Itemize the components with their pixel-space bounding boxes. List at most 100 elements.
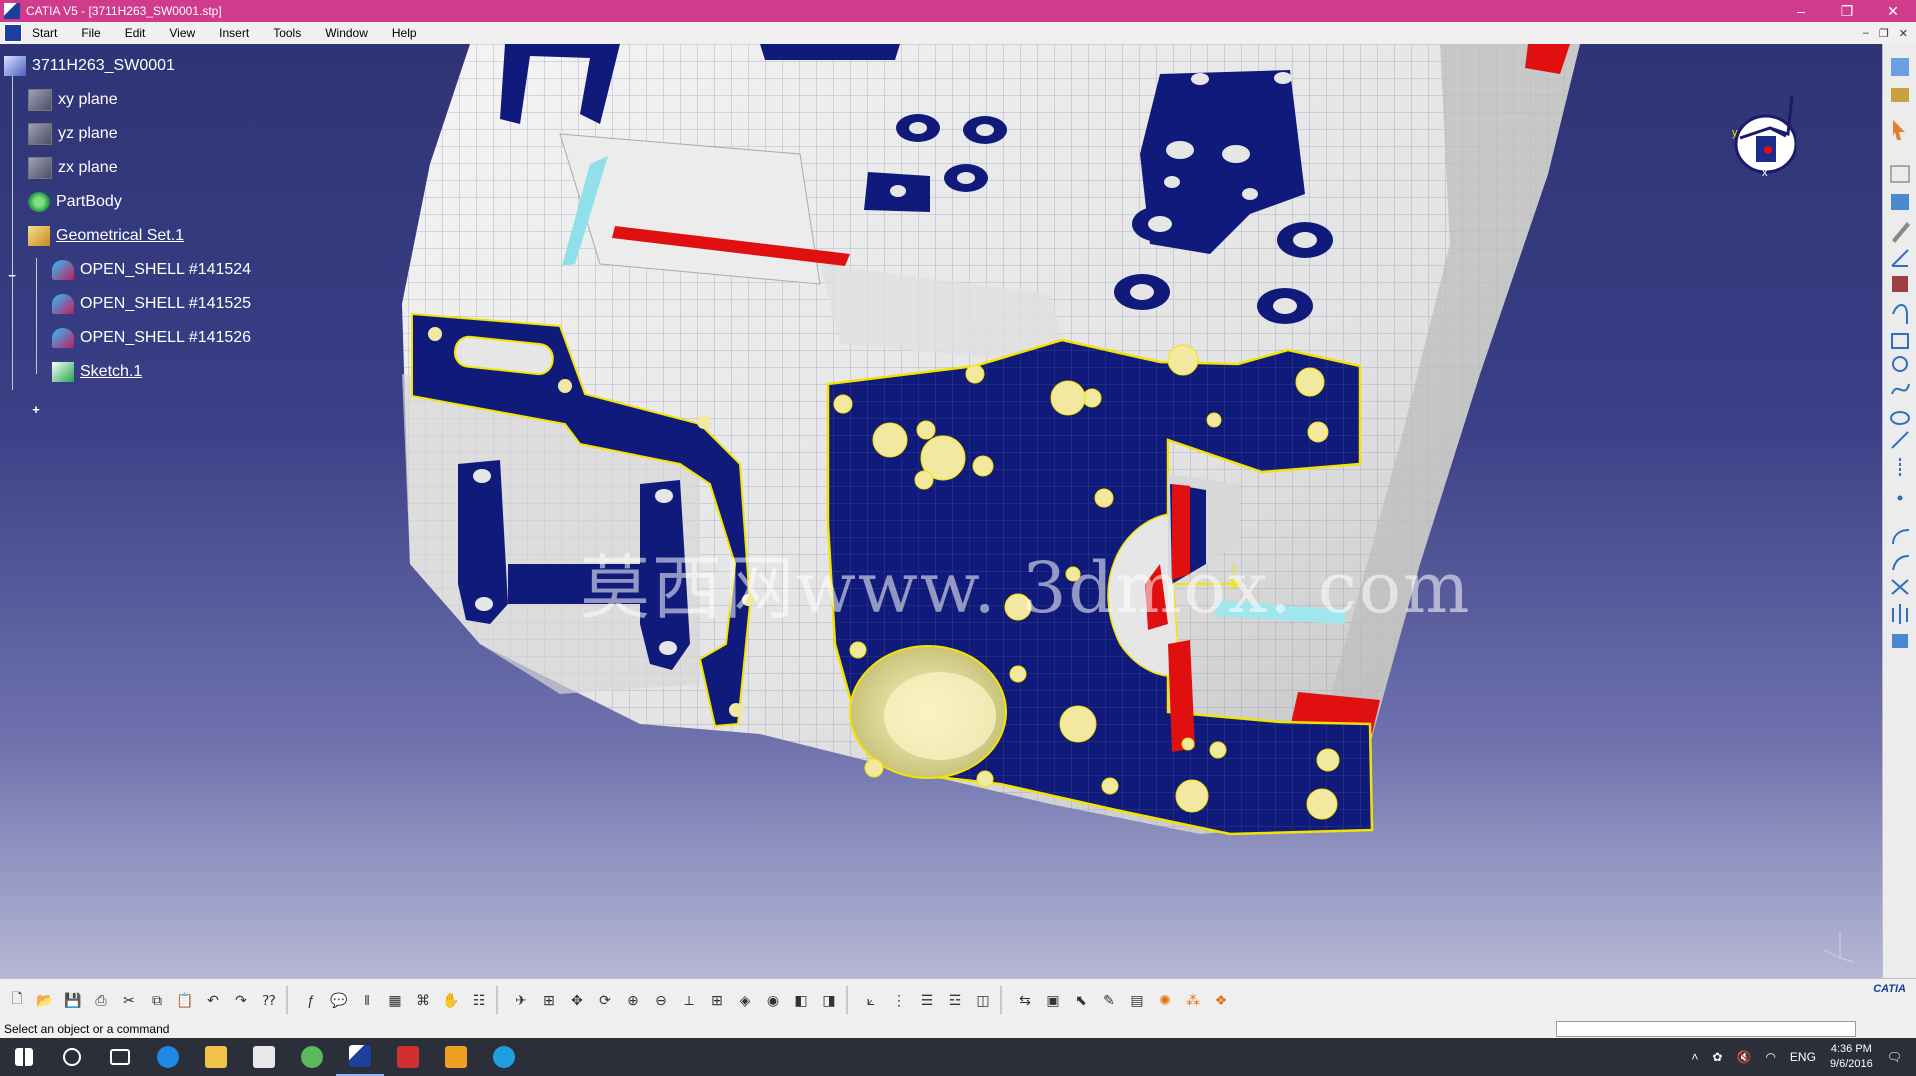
axis-system-icon[interactable]: ⟀ (860, 989, 882, 1011)
catalog-icon[interactable]: ☷ (468, 989, 490, 1011)
taskbar-app-green[interactable] (288, 1038, 336, 1076)
trim-icon[interactable] (1891, 579, 1909, 595)
tree-item-open-shell-141524[interactable]: OPEN_SHELL #141524 (52, 256, 251, 284)
doc-minimize-icon[interactable]: – (1863, 27, 1869, 40)
corner-icon[interactable] (1892, 529, 1910, 545)
notifications-icon[interactable]: 🗨 (1887, 1050, 1902, 1064)
exit-workbench-icon[interactable] (1891, 88, 1909, 102)
render-icon[interactable]: ✺ (1154, 989, 1176, 1011)
pan-icon[interactable]: ✥ (566, 989, 588, 1011)
rotate-icon[interactable]: ⟳ (594, 989, 616, 1011)
taskbar-skype[interactable] (480, 1038, 528, 1076)
rectangle-icon[interactable] (1891, 333, 1909, 349)
iso-view-icon[interactable]: ◈ (734, 989, 756, 1011)
chamfer-icon[interactable] (1892, 555, 1910, 571)
tree-item-zx-plane[interactable]: zx plane (28, 154, 118, 182)
tree-item-geometrical-set[interactable]: Geometrical Set.1 (28, 222, 184, 250)
restore-button[interactable]: ❐ (1824, 0, 1870, 22)
tree-root[interactable]: 3711H263_SW0001 (4, 52, 175, 80)
tray-app-icon[interactable]: ✿ (1712, 1050, 1722, 1064)
taskbar-file-explorer[interactable] (192, 1038, 240, 1076)
spline-icon[interactable] (1891, 383, 1910, 395)
define-in-work-icon[interactable]: ▣ (1042, 989, 1064, 1011)
grid-icon[interactable] (1890, 165, 1910, 183)
start-button[interactable] (0, 1038, 48, 1076)
taskbar-catia[interactable] (336, 1038, 384, 1076)
language-indicator[interactable]: ENG (1790, 1050, 1816, 1064)
print-icon[interactable]: ⎙ (90, 989, 112, 1011)
hand-icon[interactable]: ✋ (440, 989, 462, 1011)
menu-view[interactable]: View (157, 22, 207, 44)
formula-icon[interactable]: ƒ (300, 989, 322, 1011)
command-input[interactable] (1556, 1021, 1856, 1037)
tray-overflow-icon[interactable]: ˄ (1691, 1050, 1698, 1064)
tree-item-xy-plane[interactable]: xy plane (28, 86, 118, 114)
part-model[interactable] (0, 44, 1882, 978)
ellipse-icon[interactable] (1890, 411, 1910, 425)
multi-view-icon[interactable]: ⊞ (706, 989, 728, 1011)
apply-material-icon[interactable]: ❖ (1210, 989, 1232, 1011)
taskbar-app-orange[interactable] (432, 1038, 480, 1076)
search-button[interactable] (48, 1038, 96, 1076)
circle-icon[interactable] (1892, 356, 1908, 372)
select-icon[interactable]: ⬉ (1070, 989, 1092, 1011)
measure-item-icon[interactable]: ☲ (944, 989, 966, 1011)
taskbar-edge[interactable] (144, 1038, 192, 1076)
swap-space-icon[interactable]: ◨ (818, 989, 840, 1011)
pattern-icon[interactable]: ⁂ (1182, 989, 1204, 1011)
undo-icon[interactable]: ↶ (202, 989, 224, 1011)
menu-tools[interactable]: Tools (261, 22, 313, 44)
compass-icon[interactable]: y x (1726, 86, 1796, 186)
catia-logo-icon[interactable] (4, 24, 22, 42)
tree-item-partbody[interactable]: PartBody (28, 188, 122, 216)
3d-viewport[interactable]: 3711H263_SW0001 xy plane yz plane zx pla… (0, 44, 1882, 978)
tree-item-open-shell-141525[interactable]: OPEN_SHELL #141525 (52, 290, 251, 318)
wifi-icon[interactable]: ◠ (1765, 1050, 1775, 1064)
doc-restore-icon[interactable]: ❐ (1879, 27, 1889, 40)
tree-expand-icon[interactable]: ⌘ (412, 989, 434, 1011)
new-file-icon[interactable]: 🗋 (6, 989, 28, 1011)
project-3d-icon[interactable] (1892, 634, 1908, 648)
table-icon[interactable]: ▦ (384, 989, 406, 1011)
zoom-out-icon[interactable]: ⊖ (650, 989, 672, 1011)
cut-icon[interactable]: ✂ (118, 989, 140, 1011)
save-icon[interactable]: 💾 (62, 989, 84, 1011)
menu-start[interactable]: Start (28, 22, 69, 44)
zoom-in-icon[interactable]: ⊕ (622, 989, 644, 1011)
profile-icon[interactable] (1892, 304, 1908, 324)
minimize-button[interactable]: – (1778, 0, 1824, 22)
volume-mute-icon[interactable]: 🔇 (1736, 1050, 1751, 1064)
clock[interactable]: 4:36 PM 9/6/2016 (1830, 1042, 1873, 1072)
dimension-icon[interactable] (1892, 276, 1908, 292)
point-icon[interactable] (1897, 495, 1903, 501)
mirror-icon[interactable] (1892, 604, 1908, 624)
taskbar-store[interactable] (240, 1038, 288, 1076)
expand-sketch-icon[interactable]: + (30, 403, 42, 416)
task-view-button[interactable] (96, 1038, 144, 1076)
annotation-icon[interactable]: 💬 (328, 989, 350, 1011)
doc-close-icon[interactable]: ✕ (1899, 27, 1908, 40)
tree-item-yz-plane[interactable]: yz plane (28, 120, 118, 148)
collapse-geometrical-set-icon[interactable]: − (6, 269, 18, 282)
scan-icon[interactable]: ⇆ (1014, 989, 1036, 1011)
sketch-tool-icon[interactable] (1891, 58, 1909, 76)
normal-view-icon[interactable]: ⟂ (678, 989, 700, 1011)
menu-help[interactable]: Help (380, 22, 429, 44)
measure-inertia-icon[interactable]: ◫ (972, 989, 994, 1011)
menu-insert[interactable]: Insert (207, 22, 261, 44)
open-file-icon[interactable]: 📂 (34, 989, 56, 1011)
menu-window[interactable]: Window (313, 22, 380, 44)
construction-icon[interactable] (1891, 194, 1909, 210)
hide-show-icon[interactable]: ◧ (790, 989, 812, 1011)
fit-all-icon[interactable]: ⊞ (538, 989, 560, 1011)
constraint-icon[interactable] (1891, 249, 1909, 267)
tree-item-sketch[interactable]: Sketch.1 (52, 358, 142, 386)
parallel-icon[interactable]: ⋮ (888, 989, 910, 1011)
line-icon[interactable] (1891, 431, 1909, 449)
copy-icon[interactable]: ⧉ (146, 989, 168, 1011)
shading-icon[interactable]: ◉ (762, 989, 784, 1011)
redo-icon[interactable]: ↷ (230, 989, 252, 1011)
menu-edit[interactable]: Edit (113, 22, 158, 44)
menu-file[interactable]: File (69, 22, 112, 44)
pencil-icon[interactable] (1892, 222, 1910, 243)
